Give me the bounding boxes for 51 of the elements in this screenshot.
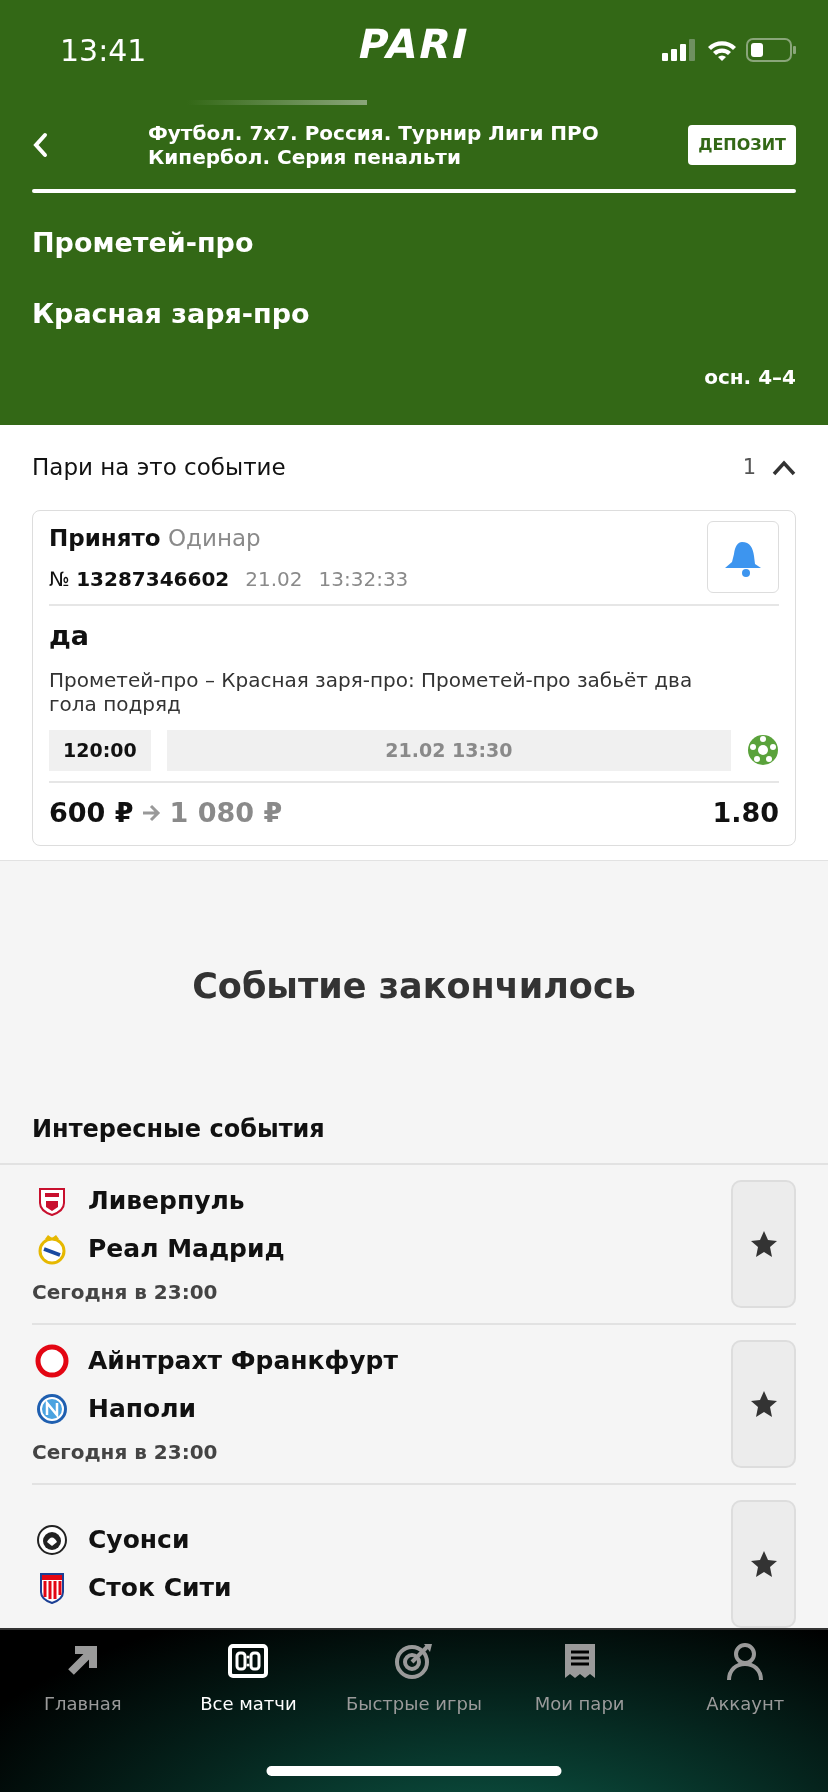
- team-name: Наполи: [88, 1393, 197, 1426]
- nav-tab[interactable]: Аккаунт: [662, 1630, 828, 1718]
- event-time: Сегодня в 23:00: [32, 1439, 219, 1466]
- bet-number: 13287346602: [76, 566, 230, 591]
- favorite-button[interactable]: [731, 1500, 796, 1628]
- notification-button[interactable]: [707, 521, 779, 593]
- payout-amount: 1 080 ₽: [169, 795, 283, 830]
- back-icon: [32, 132, 48, 158]
- nav-tab[interactable]: Мои пари: [496, 1630, 663, 1718]
- bet-date: 21.02: [245, 565, 303, 593]
- odds-value: 1.80: [712, 795, 779, 830]
- event-time: Сегодня в 23:00: [32, 1279, 219, 1306]
- event-title: Футбол. 7x7. Россия. Турнир Лиги ПРО Кипербол. Серия пенальти: [147, 121, 600, 169]
- stake-amount: 600 ₽: [49, 795, 134, 830]
- section-title: Пари на это событие: [32, 453, 286, 483]
- score-text: осн. 4–4: [704, 365, 796, 389]
- bet-status: Принято: [49, 525, 161, 551]
- bet-description: Прометей-про – Красная заря-про: Прометей-про забьёт два гола подряд: [49, 668, 694, 716]
- match-start: 21.02 13:30: [166, 730, 731, 771]
- wifi-icon: [706, 38, 738, 62]
- battery-icon: [746, 38, 796, 62]
- bet-count: 1: [742, 453, 756, 481]
- bet-type: Одинар: [167, 525, 261, 551]
- bet-time: 13:32:33: [318, 565, 409, 593]
- team-name: Реал Мадрид: [88, 1233, 285, 1266]
- chevron-up-icon: [772, 460, 796, 476]
- team-name: Красная заря-про: [32, 296, 310, 331]
- match-clock: 120:00: [49, 730, 151, 771]
- soccer-ball-icon: [747, 734, 779, 767]
- team-name: Айнтрахт Франкфурт: [88, 1345, 398, 1378]
- bet-outcome: да: [49, 618, 91, 653]
- arrow-right-icon: [141, 803, 162, 822]
- target-icon: [394, 1642, 434, 1682]
- nav-tab[interactable]: Главная: [0, 1630, 166, 1718]
- favorite-button[interactable]: [731, 1340, 796, 1468]
- favorite-button[interactable]: [731, 1180, 796, 1308]
- signal-icon: [662, 39, 698, 61]
- team-name: Прометей-про: [32, 226, 254, 260]
- status-message: Событие закончилось: [191, 964, 637, 1008]
- number-label: №: [49, 566, 70, 591]
- section-title: Интересные события: [32, 1115, 325, 1143]
- back-button[interactable]: [32, 132, 48, 158]
- nav-tab[interactable]: Быстрые игры: [331, 1630, 497, 1718]
- nav-tab[interactable]: Все матчи: [165, 1630, 332, 1718]
- logo: PARI: [352, 20, 476, 69]
- status-time: 13:41: [60, 31, 147, 70]
- team-name: Сток Сити: [88, 1572, 232, 1605]
- team-name: Ливерпуль: [88, 1185, 245, 1218]
- person-icon: [725, 1642, 766, 1682]
- deposit-button[interactable]: ДЕПОЗИТ: [688, 125, 796, 165]
- team-name: Суонси: [88, 1524, 190, 1557]
